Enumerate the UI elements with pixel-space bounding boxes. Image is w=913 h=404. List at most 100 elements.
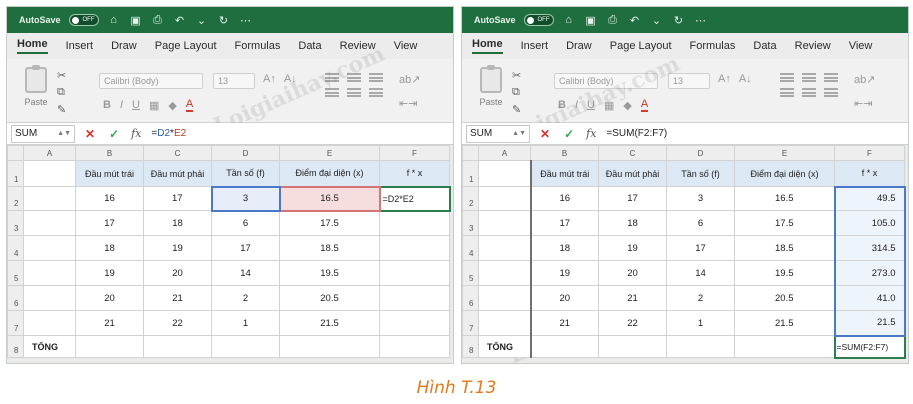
cell[interactable]	[23, 285, 76, 311]
align-middle-icon[interactable]	[802, 73, 816, 82]
result-cell[interactable]: 314.5	[833, 235, 906, 261]
scissors-icon[interactable]: ✂	[512, 69, 521, 82]
tab-page-layout[interactable]: Page Layout	[155, 40, 217, 52]
header-cell[interactable]: Đầu mút phải	[143, 160, 212, 187]
column-header[interactable]: D	[211, 145, 280, 161]
align-center-icon[interactable]	[802, 88, 816, 97]
column-header[interactable]: E	[734, 145, 835, 161]
header-cell[interactable]: Đầu mút trái	[529, 160, 599, 187]
cell[interactable]: 19.5	[279, 260, 380, 286]
cell[interactable]	[478, 186, 531, 211]
row-header[interactable]: 5	[462, 260, 479, 286]
cell[interactable]	[379, 335, 450, 358]
cell[interactable]	[478, 210, 531, 236]
column-header[interactable]: C	[143, 145, 212, 161]
select-all-corner[interactable]	[462, 145, 479, 161]
cell[interactable]	[75, 335, 144, 358]
active-cell-f2[interactable]: =D2*E2	[378, 185, 451, 212]
redo-icon[interactable]: ↻	[672, 13, 686, 27]
shrink-font-icon[interactable]: A↓	[739, 73, 752, 85]
align-left-icon[interactable]	[780, 88, 794, 97]
align-bottom-icon[interactable]	[369, 73, 383, 82]
enter-icon[interactable]: ✓	[109, 127, 119, 141]
cell[interactable]: 3	[666, 186, 735, 211]
align-right-icon[interactable]	[369, 88, 383, 97]
cell[interactable]	[23, 235, 76, 261]
row-header[interactable]: 8	[7, 335, 24, 358]
save-icon[interactable]: ▣	[129, 13, 143, 27]
enter-icon[interactable]: ✓	[564, 127, 574, 141]
cell[interactable]: 19	[75, 260, 144, 286]
chevron-down-icon[interactable]: ⌄	[195, 13, 209, 27]
row-header[interactable]: 1	[7, 160, 24, 187]
formula-input[interactable]: =D2*E2	[151, 128, 186, 139]
result-cell[interactable]: 21.5	[833, 310, 906, 337]
cell[interactable]	[379, 260, 450, 286]
cell[interactable]: 6	[666, 210, 735, 236]
font-size-select[interactable]: 13	[213, 73, 255, 89]
header-cell[interactable]: f * x	[834, 160, 905, 187]
underline-icon[interactable]: U	[132, 99, 140, 112]
result-cell[interactable]: 41.0	[833, 285, 906, 311]
scissors-icon[interactable]: ✂	[57, 69, 66, 82]
cell-e2-selected[interactable]: 16.5	[278, 185, 381, 212]
name-box[interactable]: SUM ▲▼	[466, 124, 530, 143]
tab-formulas[interactable]: Formulas	[690, 40, 736, 52]
column-header[interactable]: B	[530, 145, 599, 161]
tab-view[interactable]: View	[394, 40, 418, 52]
grow-font-icon[interactable]: A↑	[263, 73, 276, 85]
tab-data[interactable]: Data	[298, 40, 321, 52]
indent-icon[interactable]: ⇤⇥	[854, 97, 872, 110]
row-header[interactable]: 3	[462, 210, 479, 236]
cell[interactable]: 18	[598, 210, 667, 236]
row-header[interactable]: 4	[462, 235, 479, 261]
align-center-icon[interactable]	[347, 88, 361, 97]
cell[interactable]: 18.5	[279, 235, 380, 261]
print-icon[interactable]: ⎙	[606, 13, 620, 27]
active-cell-f8[interactable]: =SUM(F2:F7)	[833, 334, 906, 359]
cell[interactable]: 21.5	[734, 310, 835, 336]
total-label-cell[interactable]: TỔNG	[23, 335, 76, 358]
cell[interactable]: 21	[75, 310, 144, 336]
chevron-down-icon[interactable]: ⌄	[650, 13, 664, 27]
tab-home[interactable]: Home	[17, 38, 48, 54]
column-header[interactable]: F	[379, 145, 450, 161]
header-cell[interactable]: f * x	[379, 160, 450, 187]
row-header[interactable]: 7	[462, 310, 479, 336]
cell[interactable]	[478, 235, 531, 261]
cell[interactable]: 21	[529, 310, 599, 336]
cell[interactable]: 19	[598, 235, 667, 261]
column-header[interactable]: E	[279, 145, 380, 161]
cell[interactable]: 2	[211, 285, 280, 311]
align-middle-icon[interactable]	[347, 73, 361, 82]
shrink-font-icon[interactable]: A↓	[284, 73, 297, 85]
formula-input[interactable]: =SUM(F2:F7)	[606, 128, 667, 139]
cell[interactable]: 1	[666, 310, 735, 336]
cell[interactable]: 21.5	[279, 310, 380, 336]
cell[interactable]: 6	[211, 210, 280, 236]
result-cell[interactable]: 49.5	[833, 185, 906, 211]
cell[interactable]: 17	[143, 186, 212, 211]
cell[interactable]: 17	[598, 186, 667, 211]
home-icon[interactable]: ⌂	[107, 13, 121, 27]
font-color-icon[interactable]: A	[185, 99, 194, 112]
cell[interactable]: 17	[666, 235, 735, 261]
cancel-icon[interactable]: ✕	[540, 127, 550, 141]
tab-insert[interactable]: Insert	[521, 40, 549, 52]
column-header[interactable]: B	[75, 145, 144, 161]
bold-icon[interactable]: B	[103, 99, 111, 112]
row-header[interactable]: 6	[462, 285, 479, 311]
grow-font-icon[interactable]: A↑	[718, 73, 731, 85]
column-header[interactable]: F	[834, 145, 905, 161]
row-header[interactable]: 4	[7, 235, 24, 261]
tab-insert[interactable]: Insert	[66, 40, 94, 52]
column-header[interactable]: A	[478, 145, 531, 161]
result-cell[interactable]: 273.0	[833, 260, 906, 286]
autosave-toggle[interactable]: OFF	[523, 14, 554, 26]
orientation-icon[interactable]: ab↗	[399, 73, 420, 86]
autosave-toggle[interactable]: OFF	[68, 14, 99, 26]
cell[interactable]: 20	[143, 260, 212, 286]
more-icon[interactable]: ⋯	[694, 13, 708, 27]
result-cell[interactable]: 105.0	[833, 210, 906, 236]
tab-review[interactable]: Review	[795, 40, 831, 52]
